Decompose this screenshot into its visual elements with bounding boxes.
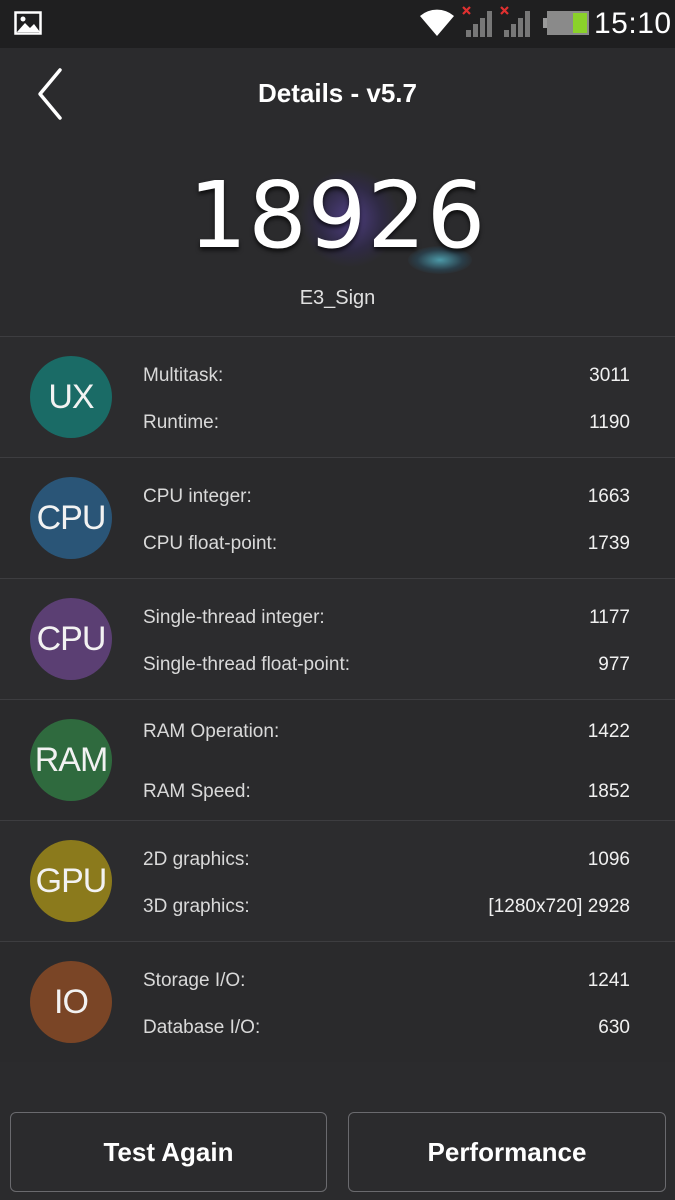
metric-label: CPU float-point:	[143, 533, 278, 554]
metric-value: 1241	[587, 970, 630, 991]
gallery-icon	[14, 11, 42, 35]
metric-label: Storage I/O:	[143, 970, 246, 991]
metric-value: 977	[598, 654, 630, 675]
metric-label: Single-thread integer:	[143, 607, 325, 628]
app-header: Details - v5.7	[0, 48, 675, 138]
clock: 15:10	[594, 7, 672, 40]
category-row-cpu: CPU CPU integer: 1663 CPU float-point: 1…	[0, 457, 675, 578]
category-row-ux: UX Multitask: 3011 Runtime: 1190	[0, 336, 675, 457]
score-breakdown-list: UX Multitask: 3011 Runtime: 1190 CPU CPU…	[0, 336, 675, 1062]
category-row-ram: RAM RAM Operation: 1422 RAM Speed: 1852	[0, 699, 675, 820]
ux-badge: UX	[30, 356, 112, 438]
page-title: Details - v5.7	[258, 78, 417, 108]
metric-value: 1852	[587, 781, 630, 802]
category-row-gpu: GPU 2D graphics: 1096 3D graphics: [1280…	[0, 820, 675, 941]
device-name: E3_Sign	[299, 287, 376, 309]
metric-label: RAM Speed:	[143, 781, 251, 802]
score-panel: 18926 E3_Sign	[0, 138, 675, 336]
metric-value: 1177	[589, 607, 630, 628]
gpu-badge: GPU	[30, 840, 112, 922]
performance-button[interactable]: Performance	[348, 1112, 666, 1192]
signal-off-icon	[500, 6, 530, 37]
metric-label: Runtime:	[143, 412, 220, 433]
metric-value: 1739	[587, 533, 630, 554]
metric-label: Database I/O:	[143, 1017, 261, 1038]
metric-value: 1663	[587, 486, 630, 507]
ram-badge: RAM	[30, 719, 112, 801]
status-bar: 15:10	[0, 0, 675, 48]
metric-value: 1096	[587, 849, 630, 870]
metric-label: CPU integer:	[143, 486, 252, 507]
io-badge: IO	[30, 961, 112, 1043]
metric-label: Multitask:	[143, 365, 224, 386]
metric-value: 3011	[589, 365, 630, 386]
metric-value: 630	[598, 1017, 630, 1038]
metric-label: 2D graphics:	[143, 849, 250, 870]
metric-value: [1280x720] 2928	[488, 896, 630, 917]
metric-value: 1190	[589, 412, 630, 433]
metric-value: 1422	[587, 721, 630, 742]
category-row-single-thread: CPU Single-thread integer: 1177 Single-t…	[0, 578, 675, 699]
cpu-single-thread-badge: CPU	[30, 598, 112, 680]
signal-off-icon	[462, 6, 492, 37]
metric-label: Single-thread float-point:	[143, 654, 351, 675]
wifi-icon	[420, 9, 454, 36]
cpu-badge: CPU	[30, 477, 112, 559]
battery-icon	[543, 11, 589, 35]
metric-label: 3D graphics:	[143, 896, 250, 917]
test-again-button[interactable]: Test Again	[10, 1112, 327, 1192]
category-row-io: IO Storage I/O: 1241 Database I/O: 630	[0, 941, 675, 1062]
metric-label: RAM Operation:	[143, 721, 280, 742]
total-score: 18926	[188, 162, 487, 269]
